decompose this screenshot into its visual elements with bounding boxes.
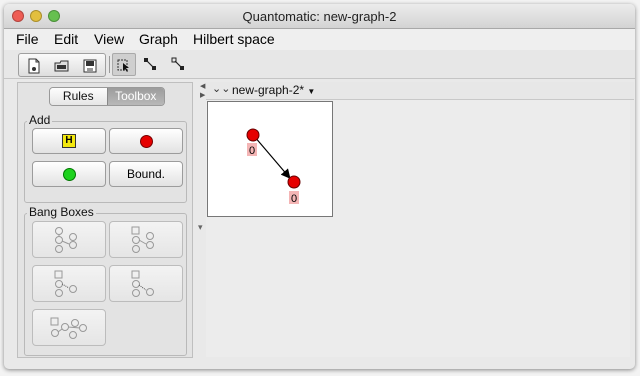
add-vertex-tool-icon [144, 58, 156, 70]
resize-handle-icon[interactable]: ▾ [198, 222, 203, 233]
graph-editor-area: ⌄⌄ new-graph-2* ▼ 0 0 [206, 82, 634, 357]
bang-box-drop-icon [54, 270, 77, 297]
bang-box-kill-button[interactable] [109, 265, 183, 302]
menu-graph[interactable]: Graph [139, 31, 178, 47]
tab-toolbox[interactable]: Toolbox [106, 88, 164, 105]
document-tab-bar: ⌄⌄ new-graph-2* ▼ [206, 82, 634, 100]
add-hadamard-button[interactable]: H [32, 128, 106, 154]
graph-viewport[interactable]: 0 0 [207, 101, 333, 217]
bang-box-remove-button[interactable] [109, 221, 183, 258]
bang-box-duplicate-button[interactable] [32, 309, 106, 346]
graph-drawing: 0 0 [246, 128, 301, 205]
add-vertex-tool-button[interactable] [140, 55, 160, 73]
add-boundary-button[interactable]: Bound. [109, 161, 183, 187]
open-icon [54, 60, 69, 72]
new-graph-button[interactable] [23, 57, 45, 75]
select-tool-icon [117, 59, 129, 72]
save-button[interactable] [79, 57, 101, 75]
toolbar [4, 50, 635, 79]
toolbox-panel: Rules Toolbox Add H Bound. Bang Boxes [17, 82, 193, 358]
graph-vertex-red[interactable] [246, 128, 260, 142]
add-green-vertex-button[interactable] [32, 161, 106, 187]
app-window: Quantomatic: new-graph-2 File Edit View … [4, 4, 635, 369]
menu-edit[interactable]: Edit [54, 31, 78, 47]
green-vertex-icon [62, 167, 76, 181]
menu-hilbert-space[interactable]: Hilbert space [193, 31, 275, 47]
graph-canvas[interactable]: 0 0 [206, 100, 630, 357]
panel-tabs: Rules Toolbox [49, 87, 165, 106]
collapse-left-arrow-icon[interactable]: ◀ [200, 82, 205, 90]
bang-box-remove-icon [131, 226, 154, 253]
dropdown-arrow-icon: ▼ [307, 87, 316, 96]
add-edge-tool-button[interactable] [168, 55, 188, 73]
toolbar-separator [109, 56, 110, 73]
select-tool-button[interactable] [112, 53, 136, 76]
tab-rules[interactable]: Rules [50, 88, 107, 105]
graph-edge[interactable] [253, 135, 291, 179]
document-tab[interactable]: new-graph-2* ▼ [232, 83, 315, 97]
menu-bar: File Edit View Graph Hilbert space [4, 29, 635, 50]
window-title: Quantomatic: new-graph-2 [242, 9, 397, 24]
vertex-label[interactable]: 0 [249, 145, 255, 157]
document-tab-label: new-graph-2* [232, 83, 305, 97]
open-button[interactable] [51, 57, 73, 75]
graph-vertex-red[interactable] [287, 175, 301, 189]
save-icon [83, 59, 97, 73]
hadamard-vertex-icon: H [62, 134, 76, 148]
red-vertex-icon [139, 134, 153, 148]
add-group: Add H Bound. [24, 113, 187, 203]
tab-list-chevron-icon[interactable]: ⌄⌄ [212, 82, 230, 95]
bang-boxes-group: Bang Boxes [24, 205, 187, 356]
title-bar: Quantomatic: new-graph-2 [4, 4, 635, 29]
bang-box-drop-button[interactable] [32, 265, 106, 302]
vertex-label[interactable]: 0 [291, 193, 297, 205]
menu-view[interactable]: View [94, 31, 124, 47]
expand-right-arrow-icon[interactable]: ▶ [200, 91, 205, 99]
bang-box-kill-icon [131, 270, 154, 297]
menu-file[interactable]: File [16, 31, 39, 47]
add-group-label: Add [27, 113, 53, 127]
bang-box-add-icon [55, 226, 77, 253]
file-button-group [18, 53, 106, 77]
bang-box-add-button[interactable] [32, 221, 106, 258]
bang-boxes-group-label: Bang Boxes [27, 205, 96, 219]
add-edge-tool-icon [171, 57, 184, 70]
bang-box-duplicate-icon [50, 317, 87, 339]
add-red-vertex-button[interactable] [109, 128, 183, 154]
new-graph-icon [28, 58, 40, 74]
boundary-button-label: Bound. [126, 167, 166, 181]
